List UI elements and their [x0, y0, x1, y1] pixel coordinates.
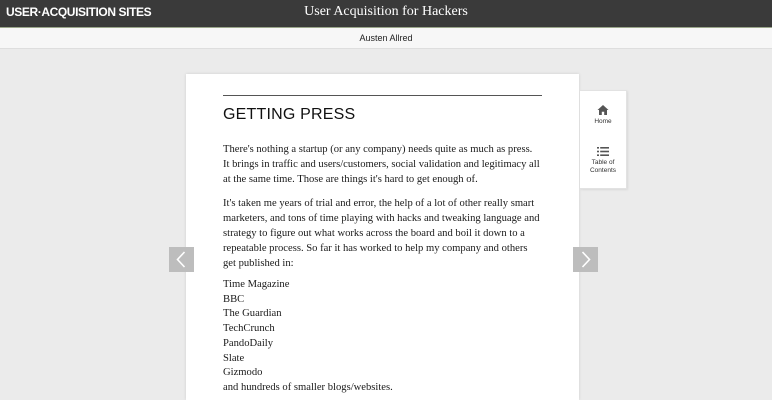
list-item: Slate — [223, 352, 245, 364]
list-item: BBC — [223, 293, 245, 305]
previous-page-button[interactable] — [169, 247, 194, 272]
next-page-button[interactable] — [573, 247, 598, 272]
chapter-title: GETTING PRESS — [223, 106, 356, 123]
paragraph: It's taken me years of trial and error, … — [223, 198, 540, 269]
top-bar: USER·ACQUISITION SITES User Acquisition … — [0, 0, 772, 28]
side-nav-panel: Home Table of Contents — [580, 90, 627, 189]
home-button[interactable]: Home — [580, 104, 626, 126]
toc-label-line1: Table of — [591, 159, 615, 166]
list-item: PandoDaily — [223, 337, 274, 349]
author-name: Austen Allred — [359, 33, 413, 43]
chevron-right-icon — [581, 251, 591, 268]
book-title: User Acquisition for Hackers — [304, 4, 468, 19]
chevron-left-icon — [176, 251, 186, 268]
list-icon — [597, 147, 609, 156]
book-page: GETTING PRESS There's nothing a startup … — [186, 74, 579, 400]
list-item: TechCrunch — [223, 323, 275, 335]
list-item: Gizmodo — [223, 367, 263, 379]
publication-list: Time Magazine BBC The Guardian TechCrunc… — [223, 278, 541, 396]
toc-label-line2: Contents — [589, 166, 617, 174]
paragraph: There's nothing a startup (or any compan… — [223, 144, 540, 185]
list-item: The Guardian — [223, 308, 282, 320]
home-icon — [597, 105, 609, 115]
author-bar: Austen Allred — [0, 28, 772, 49]
home-label: Home — [594, 118, 612, 125]
title-divider — [223, 95, 542, 96]
list-item: and hundreds of smaller blogs/websites. — [223, 381, 393, 393]
table-of-contents-button[interactable]: Table of Contents — [580, 146, 626, 174]
list-item: Time Magazine — [223, 279, 290, 290]
